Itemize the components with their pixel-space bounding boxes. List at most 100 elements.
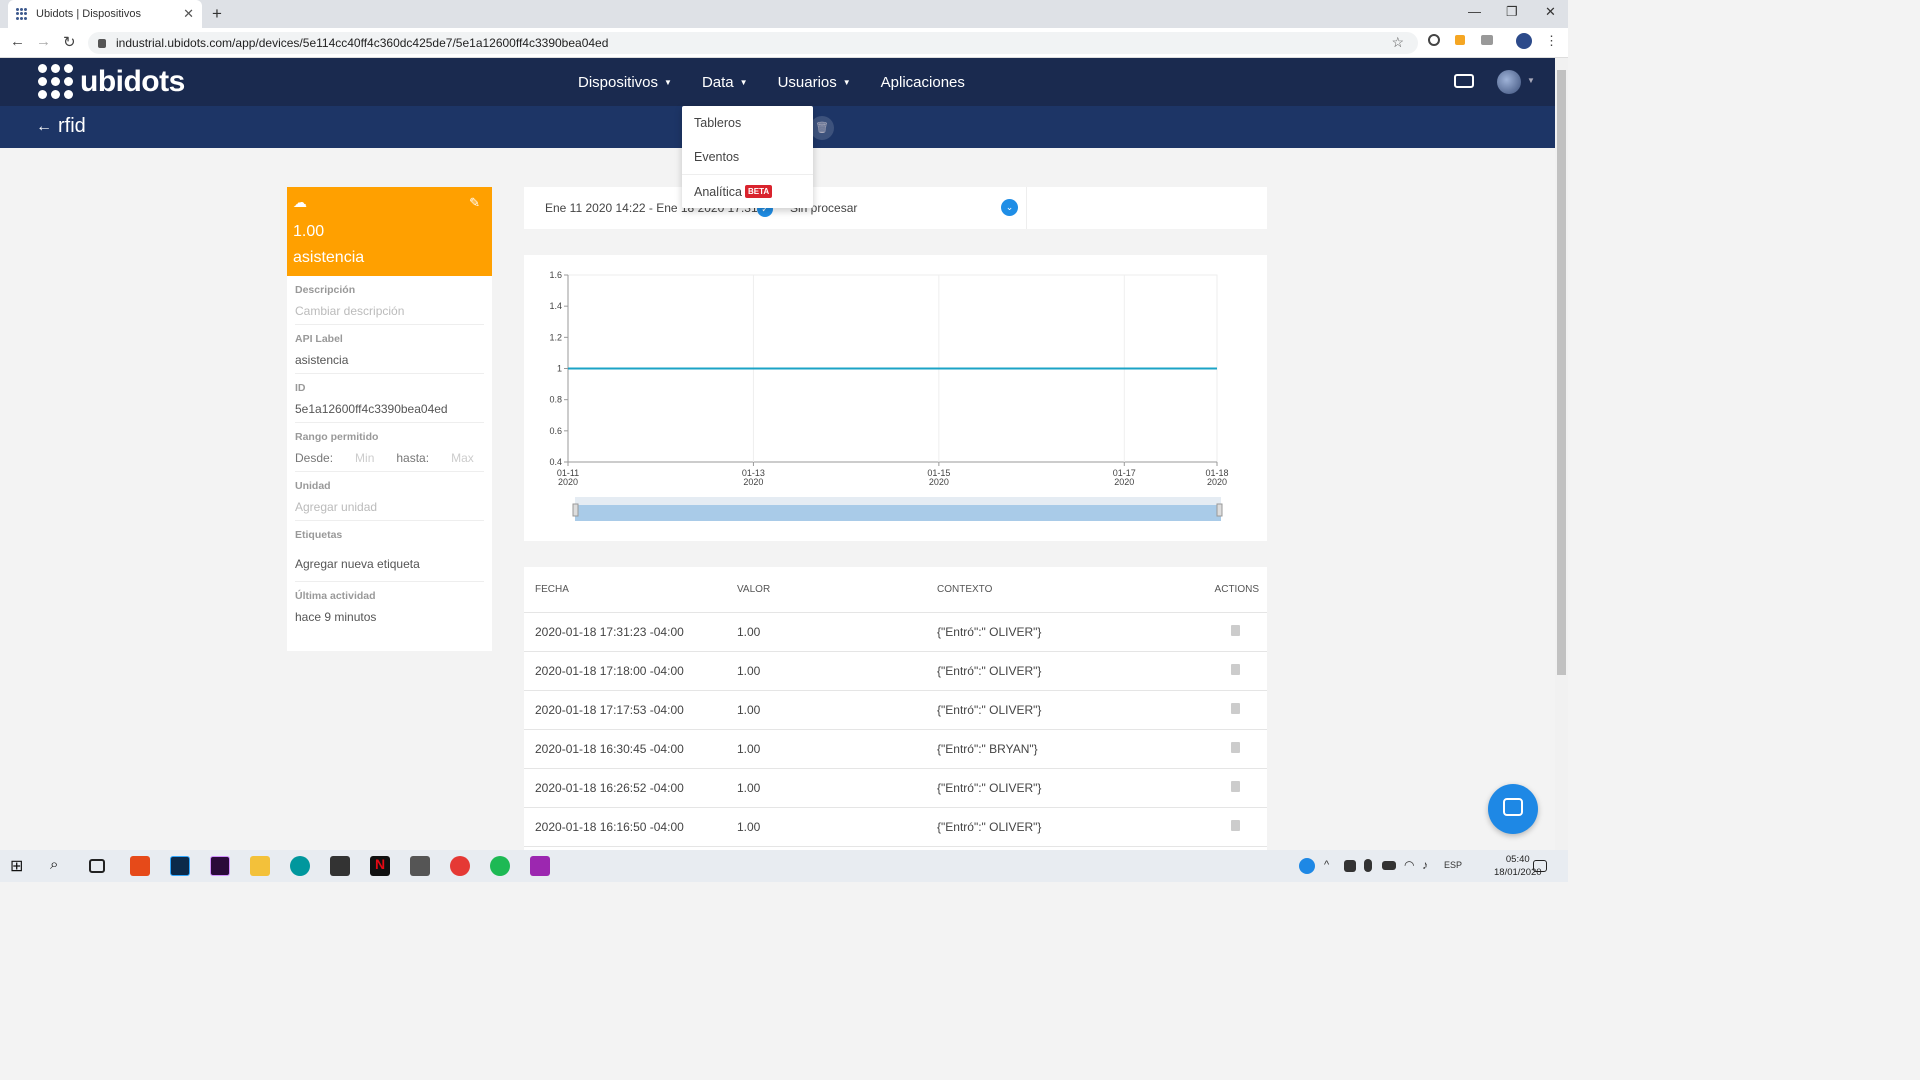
app-icon-c[interactable] (130, 856, 150, 876)
profile-avatar[interactable] (1516, 33, 1532, 49)
windows-start-icon[interactable]: ⊞ (10, 856, 30, 876)
line-chart[interactable]: 0.40.60.811.21.41.601-11202001-13202001-… (524, 255, 1267, 541)
restore-window-icon[interactable]: ❐ (1506, 4, 1518, 20)
language-indicator[interactable]: ESP (1444, 860, 1468, 880)
page-scrollbar[interactable] (1555, 58, 1568, 850)
add-tag-link[interactable]: Agregar nueva etiqueta (295, 557, 484, 571)
field-label: Descripción (295, 284, 356, 296)
table-header: FECHA VALOR CONTEXTO ACTIONS (524, 567, 1267, 613)
arduino-icon[interactable] (290, 856, 310, 876)
delete-row-icon[interactable] (1231, 820, 1240, 831)
caret-down-icon: ▼ (664, 77, 672, 87)
menu-item-eventos[interactable]: Eventos (682, 140, 813, 174)
nav-data[interactable]: Data ▼ (702, 74, 748, 91)
field-label: Etiquetas (295, 529, 343, 541)
mail-icon[interactable] (410, 856, 430, 876)
photoshop-icon[interactable] (170, 856, 190, 876)
caret-down-icon[interactable]: ▼ (1527, 76, 1535, 85)
description-input[interactable]: Cambiar descripción (295, 304, 484, 318)
menu-item-tableros[interactable]: Tableros (682, 106, 813, 140)
block-extension-icon[interactable] (1428, 34, 1440, 46)
dropbox-icon[interactable] (1344, 860, 1356, 872)
cast-icon[interactable] (1481, 35, 1493, 45)
new-tab-icon[interactable]: + (212, 4, 222, 24)
header-fecha[interactable]: FECHA (524, 584, 726, 595)
back-icon[interactable]: ← (10, 33, 25, 50)
nav-usuarios[interactable]: Usuarios ▼ (778, 74, 851, 91)
ubidots-logo[interactable]: ubidots (38, 64, 185, 100)
close-window-icon[interactable]: ✕ (1545, 4, 1556, 20)
netflix-icon[interactable]: N (370, 856, 390, 876)
header-valor[interactable]: VALOR (726, 584, 928, 595)
delete-row-icon[interactable] (1231, 781, 1240, 792)
scrollbar-thumb[interactable] (1557, 70, 1566, 675)
back-to-device-link[interactable]: ← rfid (36, 115, 86, 138)
spotify-icon[interactable] (490, 856, 510, 876)
range-min-input[interactable]: Min (355, 451, 374, 465)
delete-row-icon[interactable] (1231, 742, 1240, 753)
store-icon[interactable] (330, 856, 350, 876)
battery-icon[interactable] (1382, 861, 1396, 870)
field-description: Descripción Cambiar descripción (295, 276, 484, 325)
whatsapp-icon[interactable] (530, 856, 550, 876)
volume-icon[interactable]: ♪ (1422, 858, 1442, 878)
field-api-label: API Label asistencia (295, 325, 484, 374)
caret-down-icon: ▼ (842, 77, 851, 87)
extension-icon[interactable] (1455, 35, 1465, 45)
notifications-icon[interactable] (1533, 860, 1547, 872)
inbox-icon[interactable] (1454, 74, 1474, 88)
help-icon[interactable] (1299, 858, 1315, 874)
reload-icon[interactable]: ↻ (63, 33, 76, 51)
microphone-icon[interactable] (1364, 859, 1372, 872)
browser-tab-bar: Ubidots | Dispositivos ✕ + — ❐ ✕ (0, 0, 1568, 28)
field-last-activity: Última actividad hace 9 minutos (295, 582, 484, 630)
delete-variable-icon[interactable]: 🗑 (810, 116, 834, 140)
cell-valor: 1.00 (737, 664, 761, 678)
search-icon[interactable]: ⌕ (50, 856, 70, 876)
table-row: 2020-01-18 16:16:50 -04:00 1.00 {"Entró"… (524, 808, 1267, 847)
url-input[interactable]: industrial.ubidots.com/app/devices/5e114… (88, 32, 1418, 54)
file-explorer-icon[interactable] (250, 856, 270, 876)
minimize-window-icon[interactable]: — (1468, 4, 1481, 19)
menu-item-analitica[interactable]: Analítica BETA (682, 174, 813, 208)
cell-contexto: {"Entró":" OLIVER"} (937, 781, 1042, 795)
forward-icon[interactable]: → (36, 33, 51, 50)
wifi-icon[interactable]: ◠ (1404, 858, 1424, 878)
range-max-input[interactable]: Max (451, 451, 474, 465)
header-contexto[interactable]: CONTEXTO (928, 584, 1198, 595)
chart-card: 0.4 0.6 0.8 1 1.2 1.4 1.6 01-11 2020 01-13 2020 01-… (524, 255, 1267, 541)
premiere-icon[interactable] (210, 856, 230, 876)
caret-down-icon: ▼ (739, 77, 748, 87)
table-row: 2020-01-18 17:17:53 -04:00 1.00 {"Entró"… (524, 691, 1267, 730)
edit-pencil-icon[interactable]: ✎ (469, 195, 480, 211)
chevron-up-icon[interactable]: ^ (1324, 859, 1344, 879)
browser-menu-icon[interactable]: ⋮ (1545, 33, 1558, 49)
nav-dispositivos[interactable]: Dispositivos ▼ (578, 74, 672, 91)
task-view-icon[interactable] (89, 859, 105, 873)
table-row: 2020-01-18 16:26:52 -04:00 1.00 {"Entró"… (524, 769, 1267, 808)
cell-fecha: 2020-01-18 16:16:50 -04:00 (535, 820, 684, 834)
user-avatar[interactable] (1497, 70, 1521, 94)
table-row: 2020-01-18 17:18:00 -04:00 1.00 {"Entró"… (524, 652, 1267, 691)
main-nav: Dispositivos ▼ Data ▼ Usuarios ▼ Aplicacion… (578, 58, 995, 106)
close-tab-icon[interactable]: ✕ (183, 6, 194, 22)
cell-fecha: 2020-01-18 16:30:45 -04:00 (535, 742, 684, 756)
chevron-down-icon[interactable]: ⌄ (1001, 199, 1018, 216)
range-navigator-selection (575, 505, 1221, 521)
range-from-label: Desde: (295, 451, 334, 465)
unit-input[interactable]: Agregar unidad (295, 500, 484, 514)
api-label-input[interactable]: asistencia (295, 353, 484, 367)
bookmark-star-icon[interactable]: ☆ (1391, 34, 1404, 51)
delete-row-icon[interactable] (1231, 703, 1240, 714)
delete-row-icon[interactable] (1231, 625, 1240, 636)
support-chat-button[interactable] (1488, 784, 1538, 834)
browser-tab[interactable]: Ubidots | Dispositivos ✕ (8, 0, 202, 28)
cell-fecha: 2020-01-18 16:26:52 -04:00 (535, 781, 684, 795)
nav-aplicaciones[interactable]: Aplicaciones (881, 74, 965, 91)
x-tick-year-label: 2020 (1114, 477, 1134, 487)
cell-valor: 1.00 (737, 781, 761, 795)
chrome-icon[interactable] (450, 856, 470, 876)
table-row: 2020-01-18 16:30:45 -04:00 1.00 {"Entró"… (524, 730, 1267, 769)
delete-row-icon[interactable] (1231, 664, 1240, 675)
cell-fecha: 2020-01-18 17:31:23 -04:00 (535, 625, 684, 639)
